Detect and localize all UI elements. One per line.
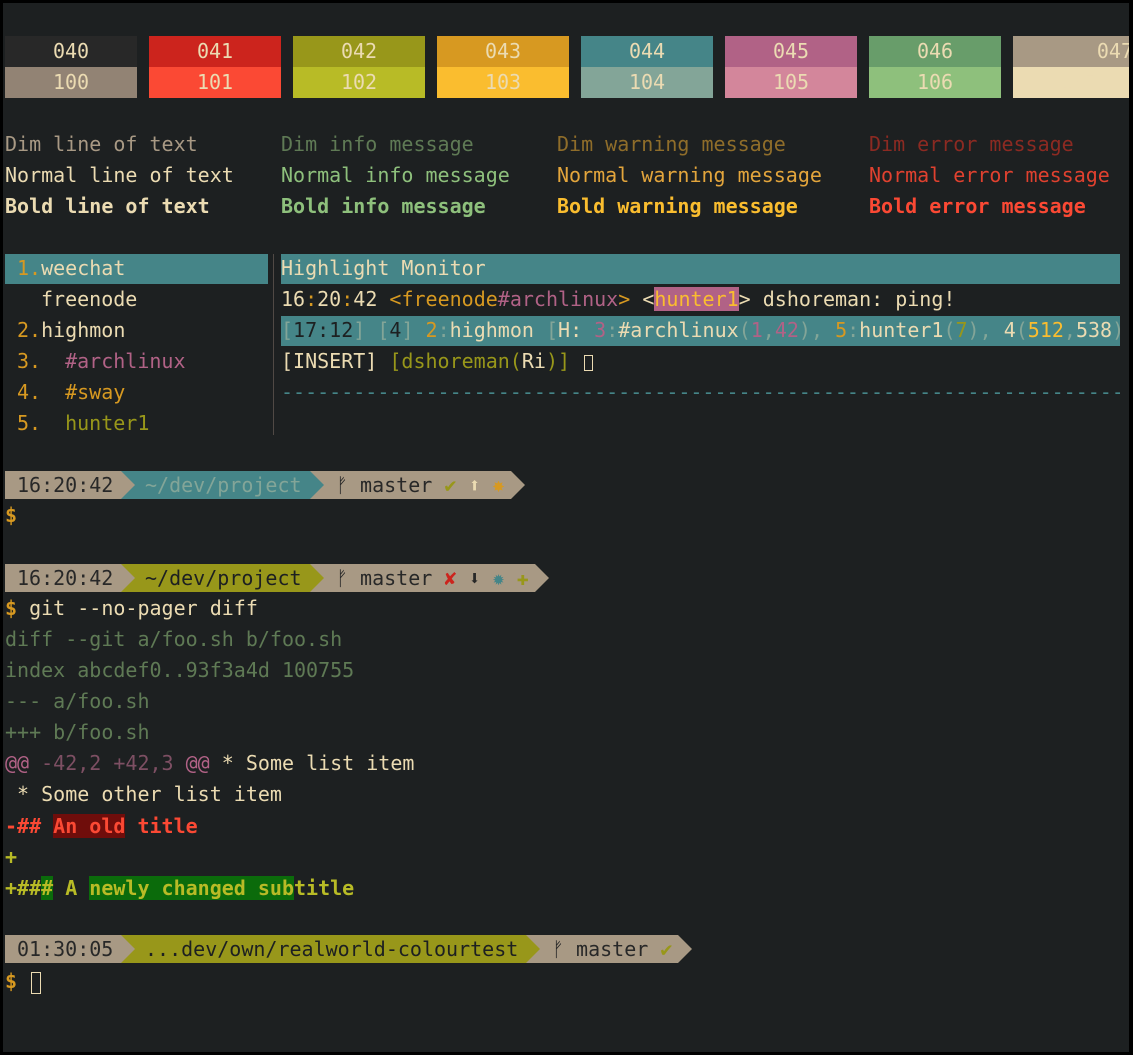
dim-warning: Dim warning message — [557, 132, 786, 156]
branch-icon: ᚠ — [336, 473, 348, 497]
prompt-git: ᚠ master ✔ — [540, 935, 679, 963]
diff-header: diff --git a/foo.sh b/foo.sh — [5, 627, 343, 651]
swatch-046: 046 — [869, 36, 1001, 67]
buffer-item-archlinux[interactable]: 3. #archlinux — [17, 346, 186, 377]
command-line-3[interactable]: $ — [5, 966, 42, 997]
normal-info: Normal info message — [281, 163, 510, 187]
buffer-item-highmon[interactable]: 2.highmon — [17, 315, 125, 346]
prompt-git: ᚠ master ✔ ⬆ ✸ — [324, 471, 511, 499]
branch-icon: ᚠ — [552, 937, 564, 961]
terminal-window[interactable]: 040 041 042 043 044 045 046 047 100 101 102 103 104… — [3, 3, 1129, 1052]
swatch-107: 107 — [1013, 67, 1129, 98]
segment-arrow — [121, 471, 135, 499]
bold-warning: Bold warning message — [557, 194, 798, 218]
buffer-item-freenode[interactable]: freenode — [41, 284, 137, 315]
diff-added-empty: + — [5, 845, 18, 869]
buffer-item-weechat[interactable]: 1.weechat — [17, 253, 125, 284]
branch-name: master — [360, 473, 433, 497]
pane-divider — [273, 254, 274, 435]
command-text: git --no-pager diff — [29, 596, 258, 620]
branch-icon: ᚠ — [336, 566, 348, 590]
segment-arrow-end — [511, 471, 525, 499]
git-status-icon: ✸ — [492, 473, 505, 497]
swatch-103: 103 — [437, 67, 569, 98]
segment-arrow-end — [678, 935, 692, 963]
prompt-time: 16:20:42 — [5, 564, 121, 592]
prompt-time: 16:20:42 — [5, 471, 121, 499]
swatch-106: 106 — [869, 67, 1001, 98]
diff-added-line: +### A newly changed subtitle — [5, 876, 355, 900]
bold-plain: Bold line of text — [5, 194, 210, 218]
input-cursor — [584, 354, 594, 371]
swatch-104: 104 — [581, 67, 713, 98]
buffer-item-sway[interactable]: 4. #sway — [17, 377, 125, 408]
status-bar-text: [17:12] [4] 2:highmon [H: 3:#archlinux(1… — [281, 318, 1125, 342]
normal-error: Normal error message — [869, 163, 1110, 187]
swatch-047: 047 — [1013, 36, 1129, 67]
command-line-2: $ git --no-pager diff — [5, 596, 258, 620]
prompt-path: ~/dev/project — [135, 564, 310, 592]
git-status-icon: ✚ — [516, 566, 529, 590]
prompt-time: 01:30:05 — [5, 935, 121, 963]
git-status-icon: ✘ — [444, 566, 457, 590]
normal-plain: Normal line of text — [5, 163, 234, 187]
normal-warning: Normal warning message — [557, 163, 822, 187]
segment-arrow — [121, 564, 135, 592]
git-status-icon: ✔ — [660, 937, 673, 961]
prompt-git: ᚠ master ✘ ⬇ ✹ ✚ — [324, 564, 535, 592]
dim-error: Dim error message — [869, 132, 1074, 156]
input-line[interactable]: [INSERT] [dshoreman(Ri)] — [281, 346, 594, 377]
diff-context-line: * Some other list item — [5, 782, 282, 806]
swatch-102: 102 — [293, 67, 425, 98]
prompt-path: ...dev/own/realworld-colourtest — [135, 935, 526, 963]
diff-deleted-line: -## An old title — [5, 814, 198, 838]
buffer-item-hunter1[interactable]: 5. hunter1 — [17, 408, 149, 439]
git-status-icon: ⬆ — [468, 473, 481, 497]
buffer-title: Highlight Monitor — [281, 256, 486, 280]
bold-info: Bold info message — [281, 194, 486, 218]
swatch-043: 043 — [437, 36, 569, 67]
swatch-105: 105 — [725, 67, 857, 98]
git-status-icon: ⬇ — [468, 566, 481, 590]
diff-old-file: --- a/foo.sh — [5, 689, 150, 713]
dim-plain: Dim line of text — [5, 132, 198, 156]
swatch-045: 045 — [725, 36, 857, 67]
branch-name: master — [576, 937, 649, 961]
swatch-044: 044 — [581, 36, 713, 67]
swatch-101: 101 — [149, 67, 281, 98]
prompt-symbol-1: $ — [5, 503, 18, 527]
segment-arrow — [526, 935, 540, 963]
swatch-040: 040 — [5, 36, 137, 67]
git-status-icon: ✔ — [444, 473, 457, 497]
segment-arrow — [310, 471, 324, 499]
diff-hunk-header: @@ -42,2 +42,3 @@ * Some list item — [5, 751, 415, 775]
nick-highlight: hunter1 — [654, 287, 739, 311]
swatch-042: 042 — [293, 36, 425, 67]
segment-arrow — [121, 935, 135, 963]
swatch-100: 100 — [5, 67, 137, 98]
git-status-icon: ✹ — [492, 566, 505, 590]
segment-arrow — [310, 564, 324, 592]
nicklist-separator: ----------------------------------------… — [281, 380, 1120, 404]
diff-index: index abcdef0..93f3a4d 100755 — [5, 658, 355, 682]
diff-new-file: +++ b/foo.sh — [5, 720, 150, 744]
prompt-path: ~/dev/project — [135, 471, 310, 499]
chat-message: 16:20:42 <freenode#archlinux> <hunter1> … — [281, 287, 956, 311]
bold-error: Bold error message — [869, 194, 1086, 218]
branch-name: master — [360, 566, 433, 590]
swatch-041: 041 — [149, 36, 281, 67]
segment-arrow-end — [535, 564, 549, 592]
terminal-cursor — [31, 971, 42, 994]
dim-info: Dim info message — [281, 132, 474, 156]
